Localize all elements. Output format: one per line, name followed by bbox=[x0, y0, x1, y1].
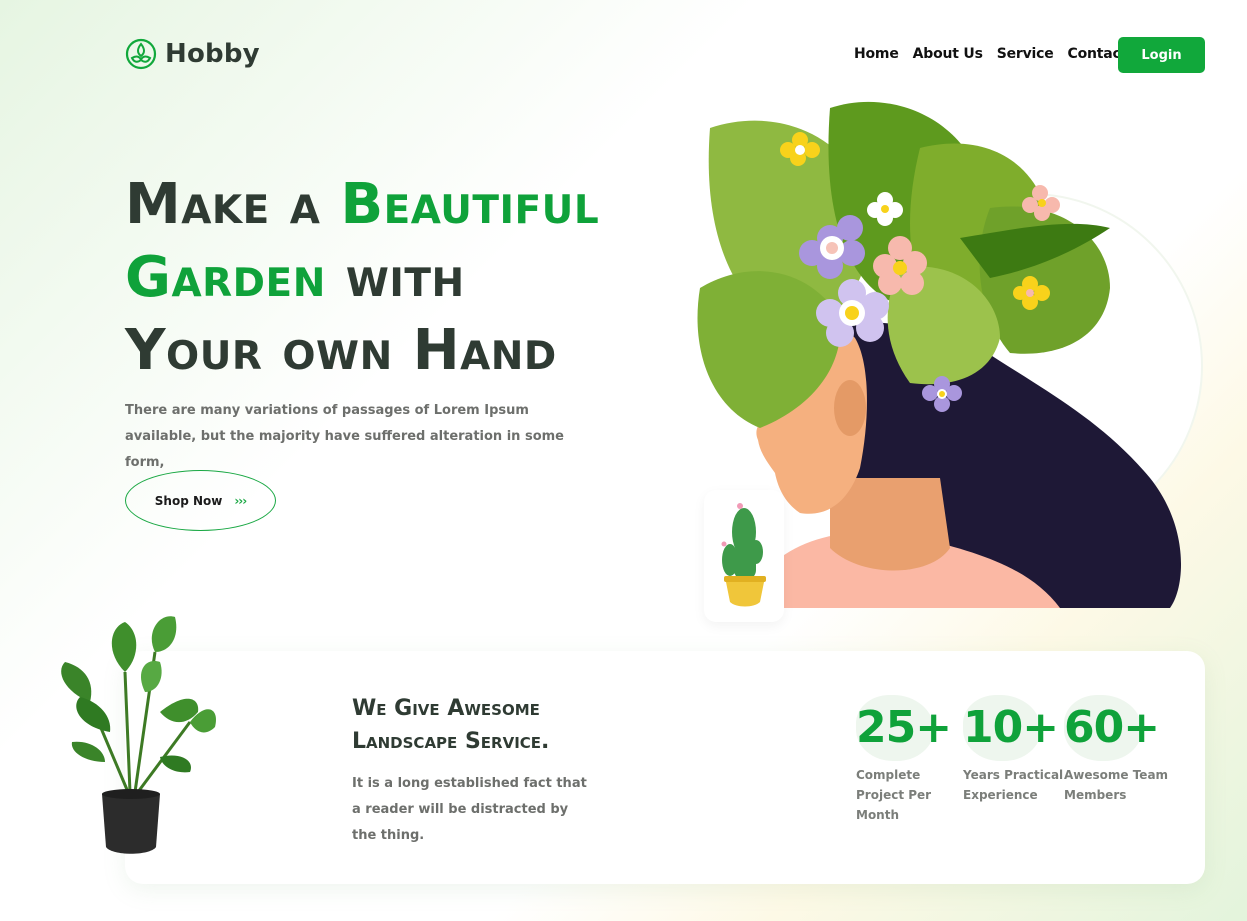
service-title-line-1: We Give Awesome bbox=[352, 696, 540, 721]
brand-logo[interactable]: Hobby bbox=[125, 38, 260, 70]
hero-title-line-3: Your own Hand bbox=[125, 314, 599, 387]
hero-title-text: with bbox=[325, 245, 465, 310]
hero-title: Make a Beautiful Garden with Your own Ha… bbox=[125, 168, 599, 387]
stat-value: 10+ bbox=[963, 702, 1059, 753]
stat-value: 60+ bbox=[1064, 702, 1160, 753]
stat-experience: 10+ Years Practical Experience bbox=[963, 695, 1073, 805]
service-title: We Give Awesome Landscape Service. bbox=[352, 692, 549, 758]
stat-label: Complete Project Per Month bbox=[856, 768, 932, 822]
stat-projects: 25+ Complete Project Per Month bbox=[856, 695, 966, 825]
cactus-card bbox=[704, 490, 784, 622]
nav-service[interactable]: Service bbox=[997, 46, 1054, 62]
hero-title-highlight: Beautiful bbox=[340, 172, 600, 237]
double-chevron-right-icon: ››› bbox=[234, 493, 247, 508]
potted-plant-image bbox=[61, 616, 216, 854]
brand-name: Hobby bbox=[165, 39, 260, 69]
hero-title-highlight: Garden bbox=[125, 245, 326, 310]
service-title-line-2: Landscape Service. bbox=[352, 729, 550, 754]
cactus-pot-icon bbox=[721, 503, 766, 607]
service-description: It is a long established fact that a rea… bbox=[352, 776, 587, 843]
stat-value: 25+ bbox=[856, 702, 952, 753]
landing-page: Hobby Home About Us Service Contact Logi… bbox=[0, 0, 1247, 921]
shop-now-label: Shop Now bbox=[154, 493, 223, 508]
main-nav: Home About Us Service Contact bbox=[854, 46, 1127, 62]
login-button[interactable]: Login bbox=[1118, 37, 1205, 73]
stat-team: 60+ Awesome Team Members bbox=[1064, 695, 1174, 805]
stat-label: Years Practical Experience bbox=[963, 768, 1064, 802]
hero-title-text: Make a bbox=[125, 172, 341, 237]
hero-title-text: Your own Hand bbox=[125, 318, 557, 383]
shop-now-button[interactable]: Shop Now ››› bbox=[125, 470, 276, 531]
hero-title-line-2: Garden with bbox=[125, 241, 599, 314]
nav-home[interactable]: Home bbox=[854, 46, 899, 62]
stat-label: Awesome Team Members bbox=[1064, 768, 1169, 802]
nav-about-us[interactable]: About Us bbox=[913, 46, 983, 62]
leaf-flower-icon bbox=[125, 38, 157, 70]
hero-description: There are many variations of passages of… bbox=[125, 403, 564, 470]
hero-title-line-1: Make a Beautiful bbox=[125, 168, 599, 241]
